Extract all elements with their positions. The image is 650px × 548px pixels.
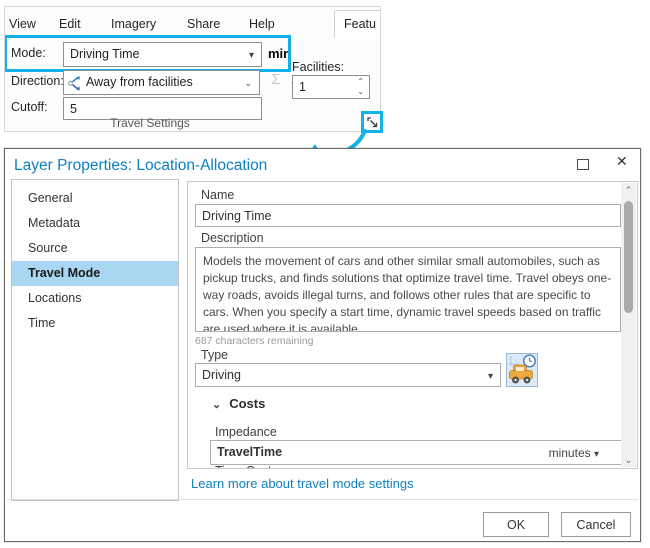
mode-label: Mode: [11, 46, 46, 60]
dialog-title: Layer Properties: Location-Allocation [14, 157, 267, 175]
ok-button[interactable]: OK [483, 512, 549, 537]
layer-properties-dialog: Layer Properties: Location-Allocation ✕ … [4, 148, 641, 542]
facilities-label: Facilities: [292, 60, 344, 74]
direction-dropdown-value: Away from facilities [86, 75, 193, 89]
direction-dropdown[interactable]: Away from facilities ⌄ [63, 70, 260, 95]
description-label: Description [201, 231, 264, 245]
impedance-unit-value: minutes [549, 446, 591, 460]
scroll-up-icon[interactable]: ⌃ [621, 183, 636, 197]
costs-section-toggle[interactable]: ⌄ Costs [212, 396, 265, 411]
characters-remaining: 687 characters remaining [195, 335, 313, 347]
travel-mode-panel: Name Driving Time Description Models the… [187, 181, 638, 469]
travel-mode-icon-button[interactable] [506, 353, 538, 387]
mode-dropdown-value: Driving Time [70, 47, 139, 61]
sum-button[interactable]: Σ [263, 71, 289, 93]
sidebar-item-travel-mode[interactable]: Travel Mode [12, 261, 178, 286]
menu-tab-view[interactable]: View [9, 17, 36, 31]
caret-down-icon: ▾ [249, 50, 254, 61]
caret-down-icon: ▾ [594, 449, 599, 460]
spinner-up-icon[interactable]: ⌃ [357, 77, 364, 87]
name-label: Name [201, 188, 234, 202]
cutoff-value: 5 [70, 102, 77, 116]
impedance-unit-dropdown[interactable]: minutes ▾ [549, 446, 599, 460]
close-button[interactable]: ✕ [616, 153, 628, 170]
caret-down-icon: ▾ [488, 371, 493, 382]
costs-section-label: Costs [229, 396, 265, 411]
spinner-down-icon[interactable]: ⌄ [357, 87, 364, 97]
mode-unit-label: min [268, 46, 291, 61]
menu-tab-edit[interactable]: Edit [59, 17, 81, 31]
dialog-sidebar: General Metadata Source Travel Mode Loca… [11, 179, 179, 501]
tab-features-partial[interactable]: Featu [334, 10, 381, 38]
chevron-down-icon: ⌄ [244, 78, 252, 89]
impedance-label: Impedance [215, 425, 277, 439]
cancel-button[interactable]: Cancel [561, 512, 631, 537]
impedance-value: TravelTime [217, 445, 282, 459]
maximize-button[interactable] [577, 159, 589, 170]
menu-tab-share[interactable]: Share [187, 17, 220, 31]
away-from-facilities-icon [67, 75, 83, 91]
section-chevron-down-icon: ⌄ [212, 399, 221, 411]
facilities-spinner[interactable]: 1 ⌃ ⌄ [292, 75, 370, 99]
name-value: Driving Time [202, 209, 271, 223]
type-dropdown[interactable]: Driving ▾ [195, 363, 501, 387]
type-label: Type [201, 348, 228, 362]
impedance-dropdown[interactable]: TravelTime minutes ▾ [210, 440, 622, 465]
sidebar-item-metadata[interactable]: Metadata [12, 211, 178, 236]
sidebar-item-source[interactable]: Source [12, 236, 178, 261]
car-with-clock-icon [507, 354, 537, 386]
facilities-value: 1 [299, 80, 306, 94]
footer-divider [7, 499, 638, 500]
description-textarea[interactable]: Models the movement of cars and other si… [195, 247, 621, 332]
learn-more-link[interactable]: Learn more about travel mode settings [191, 476, 414, 491]
sidebar-item-time[interactable]: Time [12, 311, 178, 336]
name-input[interactable]: Driving Time [195, 204, 621, 227]
ribbon-group-label: Travel Settings [5, 116, 295, 130]
dialog-launcher-button[interactable] [361, 111, 383, 133]
sidebar-item-locations[interactable]: Locations [12, 286, 178, 311]
cutoff-label: Cutoff: [11, 100, 48, 114]
ribbon-fragment: View Edit Imagery Share Help Featu Mode:… [4, 6, 381, 132]
scroll-down-icon[interactable]: ⌄ [621, 453, 636, 467]
scrollbar-thumb[interactable] [624, 201, 633, 313]
description-value: Models the movement of cars and other si… [203, 254, 611, 332]
panel-scrollbar[interactable]: ⌃ ⌄ [621, 183, 636, 467]
menu-tab-help[interactable]: Help [249, 17, 275, 31]
direction-label: Direction: [11, 74, 64, 88]
sidebar-item-general[interactable]: General [12, 186, 178, 211]
dialog-launcher-icon [367, 117, 378, 128]
time-cost-label: Time Cost [215, 464, 272, 469]
mode-dropdown[interactable]: Driving Time ▾ [63, 42, 262, 67]
type-value: Driving [202, 368, 241, 382]
menu-tab-imagery[interactable]: Imagery [111, 17, 156, 31]
